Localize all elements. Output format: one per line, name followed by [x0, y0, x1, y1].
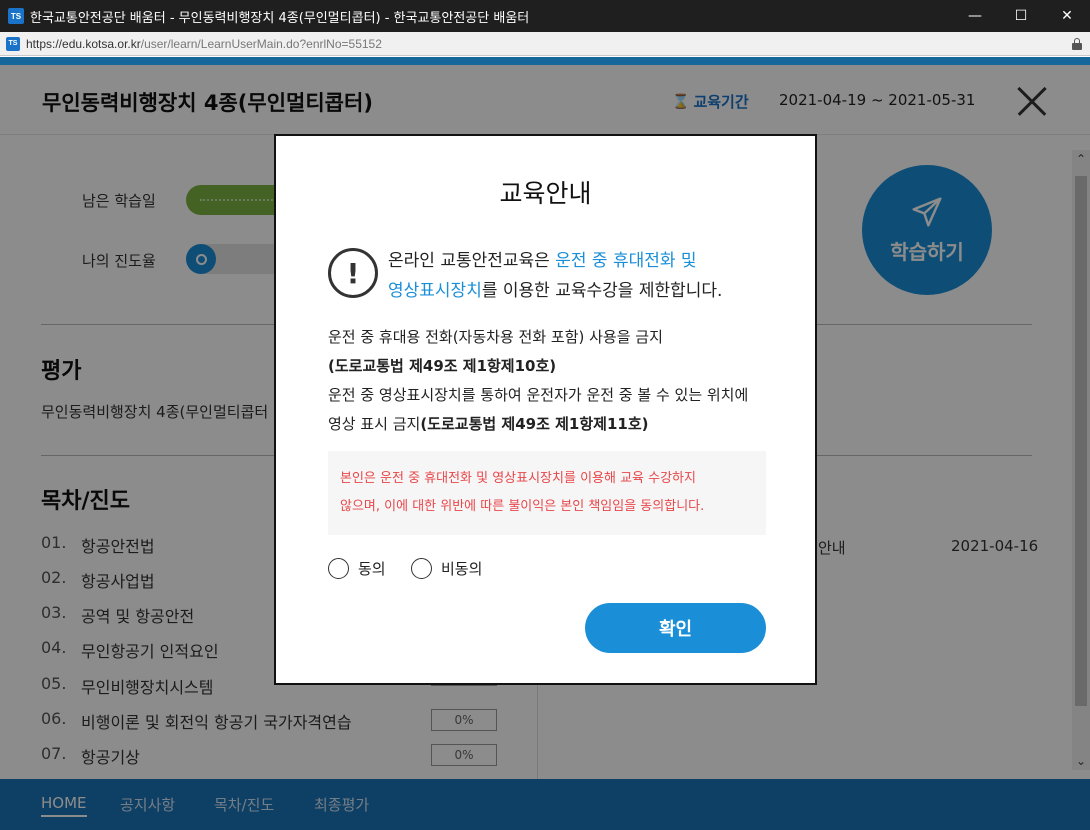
window-titlebar: TS 한국교통안전공단 배움터 - 무인동력비행장치 4종(무인멀티콥터) - … — [0, 0, 1090, 32]
address-bar[interactable]: TS https://edu.kotsa.or.kr/user/learn/Le… — [0, 32, 1090, 56]
disagree-radio[interactable]: 비동의 — [411, 558, 482, 579]
exclamation-icon: ! — [328, 248, 378, 298]
site-favicon-icon: TS — [6, 36, 20, 51]
app-logo-icon: TS — [8, 8, 24, 24]
close-window-button[interactable]: ✕ — [1044, 0, 1090, 32]
modal-title: 교육안내 — [499, 179, 592, 208]
agree-radio-circle[interactable] — [328, 558, 349, 579]
minimize-button[interactable]: — — [952, 0, 998, 32]
confirm-button[interactable]: 확인 — [585, 603, 766, 653]
maximize-button[interactable]: ☐ — [998, 0, 1044, 32]
restriction-notice: 온라인 교통안전교육은 운전 중 휴대전화 및 영상표시장치를 이용한 교육수강… — [388, 251, 723, 301]
disagree-radio-circle[interactable] — [411, 558, 432, 579]
law-text: 운전 중 휴대용 전화(자동차용 전화 포함) 사용을 금지 (도로교통법 제4… — [328, 328, 749, 433]
url-text[interactable]: https://edu.kotsa.or.kr/user/learn/Learn… — [26, 37, 382, 51]
consent-statement: 본인은 운전 중 휴대전화 및 영상표시장치를 이용해 교육 수강하지 않으며,… — [328, 451, 766, 535]
lock-icon — [1072, 38, 1082, 50]
top-accent-stripe — [0, 57, 1090, 65]
window-title: 한국교통안전공단 배움터 - 무인동력비행장치 4종(무인멀티콥터) - 한국교… — [30, 10, 530, 26]
agree-radio[interactable]: 동의 — [328, 558, 386, 579]
education-notice-modal: 교육안내 ! 온라인 교통안전교육은 운전 중 휴대전화 및 영상표시장치를 이… — [274, 134, 817, 685]
